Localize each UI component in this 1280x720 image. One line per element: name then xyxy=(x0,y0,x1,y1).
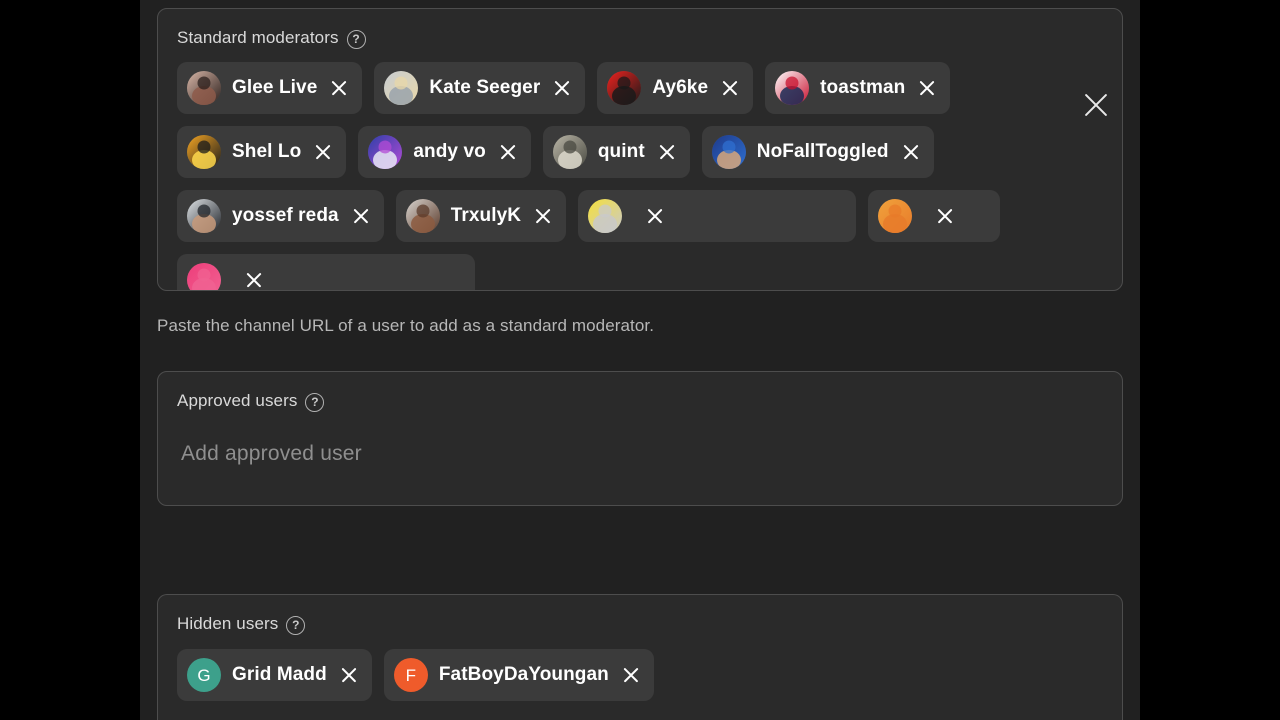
avatar xyxy=(878,199,913,233)
remove-user-close-icon[interactable] xyxy=(645,206,665,226)
user-chip[interactable]: G Grid Madd xyxy=(177,649,372,701)
user-chip-name: Ay6ke xyxy=(652,77,709,98)
add-approved-user-input[interactable]: Add approved user xyxy=(158,411,1122,466)
user-chip-partial[interactable] xyxy=(578,190,857,242)
avatar xyxy=(775,71,810,105)
avatar xyxy=(711,135,746,169)
standard-moderators-hint: Paste the channel URL of a user to add a… xyxy=(157,316,655,335)
avatar: F xyxy=(393,658,428,692)
remove-user-close-icon[interactable] xyxy=(351,206,371,226)
user-chip-name: TrxulyK xyxy=(450,205,522,226)
user-chip-name: NoFallToggled xyxy=(756,141,889,162)
user-chip[interactable]: yossef reda xyxy=(177,190,384,242)
standard-moderators-label-row: Standard moderators ? xyxy=(158,9,1122,49)
user-chip-name: yossef reda xyxy=(232,205,339,226)
avatar xyxy=(384,71,419,105)
user-chip[interactable]: Kate Seeger xyxy=(374,62,586,114)
standard-moderators-chips-area: Glee Live Kate Seeger Ay6ke toastman Shel Lo… xyxy=(158,48,1122,290)
user-chip[interactable]: TrxulyK xyxy=(395,190,567,242)
remove-user-close-icon[interactable] xyxy=(621,665,641,685)
remove-user-close-icon[interactable] xyxy=(657,142,677,162)
standard-moderators-chip-list: Glee Live Kate Seeger Ay6ke toastman Shel Lo… xyxy=(177,62,1032,290)
hidden-users-label-row: Hidden users ? xyxy=(158,595,1122,635)
remove-user-close-icon[interactable] xyxy=(552,78,572,98)
remove-user-close-icon[interactable] xyxy=(313,142,333,162)
user-chip-name: Kate Seeger xyxy=(429,77,541,98)
avatar xyxy=(368,135,403,169)
user-chip[interactable]: andy vo xyxy=(358,126,531,178)
user-chip[interactable]: F FatBoyDaYoungan xyxy=(383,649,654,701)
user-chip[interactable]: Shel Lo xyxy=(177,126,347,178)
clear-all-standard-moderators-icon[interactable] xyxy=(1079,88,1113,122)
avatar xyxy=(588,199,623,233)
hidden-users-card: Hidden users ? G Grid Madd F FatBoyDaYounga… xyxy=(157,594,1123,720)
question-mark-circle-icon[interactable]: ? xyxy=(286,615,306,635)
user-chip-name: Grid Madd xyxy=(232,664,327,685)
remove-user-close-icon[interactable] xyxy=(720,78,740,98)
remove-user-close-icon[interactable] xyxy=(244,270,264,290)
question-mark-circle-icon[interactable]: ? xyxy=(346,29,366,49)
standard-moderators-card: Standard moderators ? Glee Live Kate Seeg… xyxy=(157,8,1123,291)
approved-users-label: Approved users xyxy=(177,391,298,410)
section-standard-moderators: Standard moderators ? Glee Live Kate Seeg… xyxy=(140,8,1140,335)
avatar xyxy=(187,135,221,169)
user-chip[interactable]: NoFallToggled xyxy=(701,126,934,178)
user-chip-partial[interactable] xyxy=(177,254,475,290)
remove-user-close-icon[interactable] xyxy=(917,78,937,98)
avatar: G xyxy=(187,658,221,692)
hidden-users-chips-area: G Grid Madd F FatBoyDaYoungan xyxy=(158,634,1122,701)
user-chip-name: toastman xyxy=(820,77,906,98)
remove-user-close-icon[interactable] xyxy=(901,142,921,162)
settings-panel: Standard moderators ? Glee Live Kate Seeg… xyxy=(140,0,1140,720)
user-chip-name: FatBoyDaYoungan xyxy=(438,664,609,685)
question-mark-circle-icon[interactable]: ? xyxy=(305,392,325,412)
user-chip-partial[interactable] xyxy=(868,190,1001,242)
screen-root: Standard moderators ? Glee Live Kate Seeg… xyxy=(0,0,1280,720)
user-chip[interactable]: toastman xyxy=(765,62,951,114)
hidden-users-label: Hidden users xyxy=(177,614,279,633)
standard-moderators-label: Standard moderators xyxy=(177,28,339,47)
help-glyph: ? xyxy=(292,617,300,632)
section-approved-users: Approved users ? Add approved user Paste… xyxy=(140,371,1140,506)
help-glyph: ? xyxy=(352,31,360,46)
hidden-users-chip-list: G Grid Madd F FatBoyDaYoungan xyxy=(177,649,1032,701)
avatar xyxy=(607,71,642,105)
avatar xyxy=(187,71,221,105)
user-chip[interactable]: Ay6ke xyxy=(597,62,754,114)
user-chip[interactable]: quint xyxy=(542,126,690,178)
remove-user-close-icon[interactable] xyxy=(533,206,553,226)
user-chip-name: Glee Live xyxy=(232,77,318,98)
section-hidden-users: Hidden users ? G Grid Madd F FatBoyDaYounga… xyxy=(140,594,1140,720)
remove-user-close-icon[interactable] xyxy=(329,78,349,98)
remove-user-close-icon[interactable] xyxy=(935,206,955,226)
remove-user-close-icon[interactable] xyxy=(498,142,518,162)
user-chip-name: Shel Lo xyxy=(232,141,302,162)
avatar xyxy=(187,199,221,233)
avatar xyxy=(552,135,587,169)
user-chip-name: quint xyxy=(597,141,645,162)
avatar xyxy=(187,263,221,290)
approved-users-label-row: Approved users ? xyxy=(158,372,1122,412)
user-chip-name: andy vo xyxy=(413,141,486,162)
remove-user-close-icon[interactable] xyxy=(339,665,359,685)
approved-users-card: Approved users ? Add approved user xyxy=(157,371,1123,506)
help-glyph: ? xyxy=(311,394,319,409)
avatar xyxy=(405,199,440,233)
user-chip[interactable]: Glee Live xyxy=(177,62,363,114)
